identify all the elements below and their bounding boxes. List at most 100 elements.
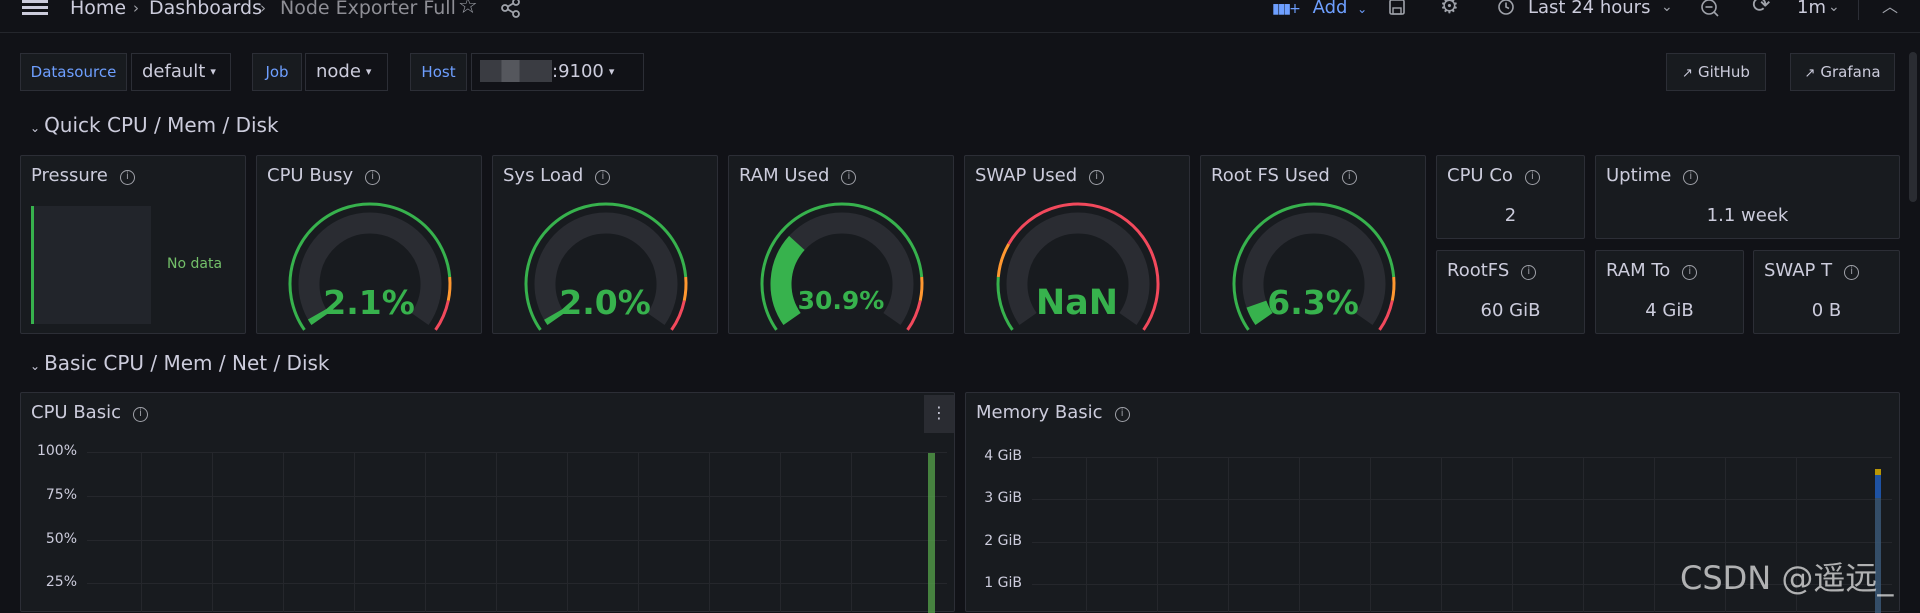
watermark-text: CSDN @遥远_: [1680, 559, 1894, 597]
panel-title: Sys Load i: [503, 165, 611, 187]
panel-title: RAM Used i: [739, 165, 857, 187]
add-panel-button[interactable]: ▮▮▮+ Add ⌄: [1272, 0, 1367, 20]
divider: [1858, 0, 1859, 20]
add-label: Add: [1312, 0, 1348, 18]
redacted-host-block: [480, 60, 552, 82]
panel-title: CPU Basic i: [31, 402, 148, 424]
row-header-basic[interactable]: ⌄ Basic CPU / Mem / Net / Disk: [30, 351, 330, 378]
cpu-usage-series-line: [928, 453, 935, 613]
info-icon[interactable]: i: [1844, 265, 1860, 280]
datasource-select[interactable]: default ▾: [131, 53, 231, 91]
stat-panel-swap-total: SWAP Ti 0 B: [1753, 250, 1900, 334]
star-icon[interactable]: ☆: [458, 0, 478, 18]
stat-value: 1.1 week: [1706, 205, 1789, 226]
panel-title: Uptime i: [1606, 165, 1699, 187]
info-icon[interactable]: i: [132, 407, 148, 422]
chevron-up-icon[interactable]: ︿: [1882, 0, 1898, 17]
chevron-down-icon: ▾: [210, 65, 216, 78]
gear-icon[interactable]: ⚙: [1440, 0, 1459, 17]
chevron-down-icon[interactable]: ⌄: [1661, 0, 1673, 17]
gauge-value: NaN: [1035, 283, 1119, 323]
info-icon[interactable]: i: [1682, 265, 1698, 280]
gauge-panel-ram-used: RAM Used i 30.9%: [728, 155, 954, 334]
info-icon[interactable]: i: [365, 170, 381, 185]
job-select[interactable]: node ▾: [305, 53, 388, 91]
gauge-panel-cpu-busy: CPU Busy i 2.1%: [256, 155, 482, 334]
stat-panel-ram-total: RAM To i 4 GiB: [1595, 250, 1744, 334]
stat-value: 60 GiB: [1480, 300, 1541, 321]
chevron-down-icon: ⌄: [30, 359, 41, 373]
y-axis-tick: 50%: [45, 531, 77, 547]
panel-title: RootFS i: [1447, 260, 1577, 282]
breadcrumb-current: Node Exporter Full: [280, 0, 456, 19]
info-icon[interactable]: i: [1089, 170, 1105, 185]
save-icon[interactable]: [1388, 0, 1406, 16]
panel-title: Memory Basic i: [976, 402, 1130, 424]
refresh-interval-picker[interactable]: 1m: [1797, 0, 1826, 20]
gauge-panel-swap-used: SWAP Used i NaN: [964, 155, 1190, 334]
menu-icon[interactable]: [22, 0, 48, 16]
add-chart-icon: ▮▮▮+: [1272, 1, 1301, 17]
y-axis-tick: 4 GiB: [984, 448, 1022, 464]
gauge-value: 2.1%: [323, 283, 415, 322]
share-icon[interactable]: [500, 0, 522, 18]
breadcrumb-dashboards[interactable]: Dashboards: [149, 0, 262, 20]
external-link-icon: ↗: [1804, 66, 1816, 81]
gauge-value: 6.3%: [1267, 283, 1359, 322]
info-icon[interactable]: i: [841, 170, 857, 185]
scrollbar[interactable]: [1909, 52, 1917, 202]
y-axis-tick: 3 GiB: [984, 490, 1022, 506]
refresh-icon[interactable]: ⟳: [1752, 0, 1770, 17]
panel-title: SWAP Ti: [1764, 260, 1892, 282]
info-icon[interactable]: i: [1521, 265, 1537, 280]
chevron-down-icon[interactable]: ⌄: [1828, 0, 1840, 17]
stat-panel-cpu-cores: CPU Co i 2: [1436, 155, 1585, 239]
grafana-link-button[interactable]: ↗ Grafana: [1790, 53, 1895, 91]
chevron-down-icon: ▾: [365, 65, 372, 78]
info-icon[interactable]: i: [119, 170, 135, 185]
panel-title: RAM To i: [1606, 260, 1736, 282]
chevron-down-icon: ▾: [608, 65, 615, 78]
threshold-arc-orange: [996, 243, 1011, 278]
stat-panel-rootfs-total: RootFS i 60 GiB: [1436, 250, 1585, 334]
panel-menu-button[interactable]: ⋮: [924, 395, 954, 433]
y-axis-tick: 75%: [45, 487, 77, 503]
panel-title: SWAP Used i: [975, 165, 1105, 187]
datasource-variable-label: Datasource: [20, 53, 127, 91]
gauge-value: 2.0%: [559, 283, 651, 322]
panel-title: CPU Co i: [1447, 165, 1577, 187]
gauge-value: 30.9%: [797, 286, 885, 315]
zoom-out-icon[interactable]: [1700, 0, 1720, 18]
info-icon[interactable]: i: [1114, 407, 1130, 422]
y-axis-tick: 100%: [36, 443, 77, 459]
pressure-bar-area: [31, 206, 151, 324]
github-link-button[interactable]: ↗ GitHub: [1666, 53, 1766, 91]
info-icon[interactable]: i: [1524, 170, 1540, 185]
info-icon[interactable]: i: [595, 170, 611, 185]
stat-value: 0 B: [1811, 300, 1842, 321]
job-variable-label: Job: [252, 53, 302, 91]
info-icon[interactable]: i: [1341, 170, 1357, 185]
host-variable-label: Host: [410, 53, 467, 91]
no-data-text: No data: [167, 256, 223, 272]
info-icon[interactable]: i: [1683, 170, 1699, 185]
breadcrumb-home[interactable]: Home: [70, 0, 126, 20]
y-axis-tick: 25%: [45, 574, 77, 590]
chevron-down-icon: ⌄: [1357, 2, 1368, 16]
panel-title: Root FS Used i: [1211, 165, 1357, 187]
stat-value: 4 GiB: [1645, 300, 1694, 321]
panel-title: Pressure i: [31, 165, 135, 187]
host-select[interactable]: :9100 ▾: [471, 53, 644, 91]
cpu-basic-panel: CPU Basic i ⋮ 100% 75% 50% 25%: [20, 392, 955, 613]
stat-panel-uptime: Uptime i 1.1 week: [1595, 155, 1900, 239]
stat-value: 2: [1504, 205, 1517, 226]
time-range-picker[interactable]: Last 24 hours: [1528, 0, 1650, 20]
chevron-down-icon: ⌄: [30, 121, 41, 135]
y-axis-tick: 2 GiB: [984, 533, 1022, 549]
row-header-quick[interactable]: ⌄ Quick CPU / Mem / Disk: [30, 113, 279, 140]
gauge-panel-root-fs-used: Root FS Used i 6.3%: [1200, 155, 1426, 334]
external-link-icon: ↗: [1682, 66, 1693, 81]
breadcrumb-separator: ›: [260, 0, 266, 17]
y-axis-tick: 1 GiB: [984, 575, 1022, 591]
gauge-panel-sys-load: Sys Load i 2.0%: [492, 155, 718, 334]
